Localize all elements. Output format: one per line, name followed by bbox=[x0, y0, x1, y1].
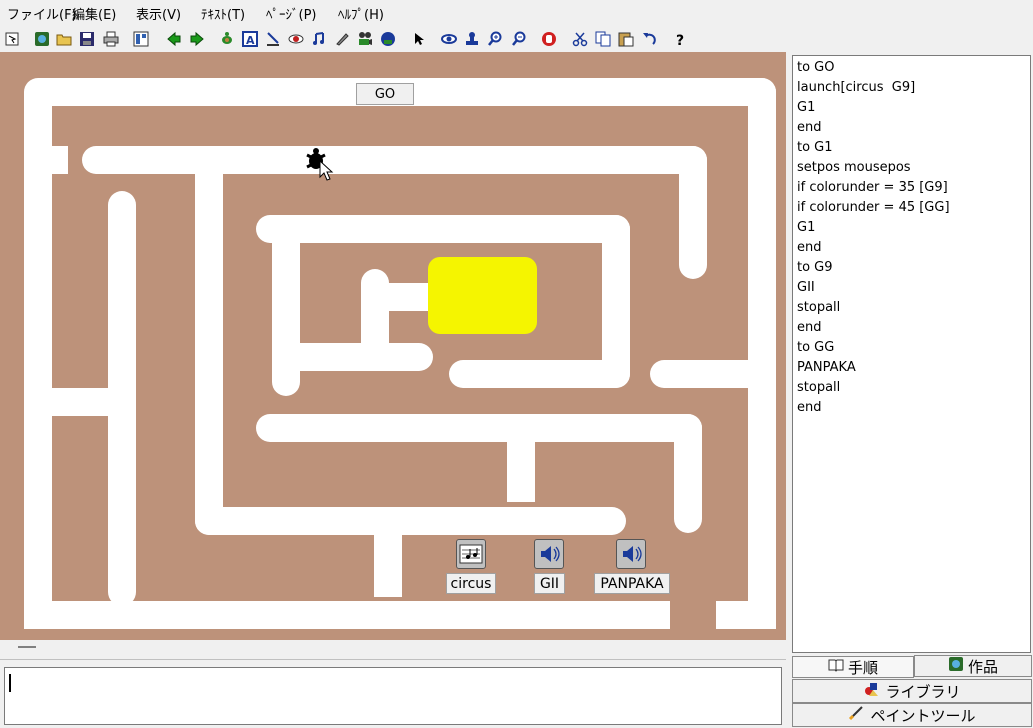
code-line[interactable]: end bbox=[797, 320, 822, 335]
library-button-label: ライブラリ bbox=[885, 682, 961, 701]
cut-icon[interactable] bbox=[570, 29, 590, 49]
menu-edit[interactable]: 編集(E) bbox=[72, 4, 116, 23]
tab-procedures-label: 手順 bbox=[847, 658, 878, 677]
music-icon[interactable] bbox=[309, 29, 329, 49]
code-line[interactable]: stopall bbox=[797, 380, 840, 395]
menu-view[interactable]: 表示(V) bbox=[136, 4, 181, 23]
code-line[interactable]: setpos mousepos bbox=[797, 160, 911, 175]
horizontal-divider bbox=[0, 659, 786, 660]
select-arrow-icon[interactable] bbox=[2, 29, 22, 49]
code-line[interactable]: GII bbox=[797, 280, 815, 295]
code-line[interactable]: launch[circus G9] bbox=[797, 80, 915, 95]
code-line[interactable]: to GO bbox=[797, 60, 835, 75]
splitter-grip[interactable] bbox=[18, 646, 36, 648]
menu-bar: ファイル(F) 編集(E) 表示(V) ﾃｷｽﾄ(T) ﾍﾟｰｼﾞ(P) ﾍﾙﾌ… bbox=[0, 0, 1033, 26]
code-line[interactable]: end bbox=[797, 240, 822, 255]
paintbrush-icon bbox=[848, 705, 864, 725]
zoom-in-icon[interactable] bbox=[485, 29, 505, 49]
svg-text:?: ? bbox=[676, 33, 684, 47]
speaker-icon[interactable] bbox=[616, 539, 646, 569]
maze[interactable] bbox=[0, 52, 786, 640]
music-score-icon[interactable] bbox=[456, 539, 486, 569]
book-icon bbox=[828, 658, 844, 676]
paint-icon[interactable] bbox=[263, 29, 283, 49]
code-line[interactable]: to GG bbox=[797, 340, 834, 355]
globe-icon bbox=[948, 656, 964, 676]
text-caret bbox=[9, 674, 11, 692]
menu-file[interactable]: ファイル(F) bbox=[7, 4, 77, 23]
back-arrow-icon[interactable] bbox=[164, 29, 184, 49]
code-line[interactable]: to G1 bbox=[797, 140, 833, 155]
new-project-icon[interactable] bbox=[32, 29, 52, 49]
paint-tool-button-label: ペイントツール bbox=[870, 706, 976, 725]
tab-procedures[interactable]: 手順 bbox=[792, 656, 914, 678]
svg-text:A: A bbox=[246, 34, 255, 47]
page-layout-icon[interactable] bbox=[131, 29, 151, 49]
print-icon[interactable] bbox=[101, 29, 121, 49]
procedures-panel[interactable]: to GO launch[circus G9] G1 end to G1 setpos m… bbox=[792, 55, 1031, 653]
code-line[interactable]: PANPAKA bbox=[797, 360, 856, 375]
open-folder-icon[interactable] bbox=[54, 29, 74, 49]
code-line[interactable]: end bbox=[797, 400, 822, 415]
tab-project[interactable]: 作品 bbox=[914, 655, 1032, 677]
stop-hand-icon[interactable] bbox=[539, 29, 559, 49]
undo-icon[interactable] bbox=[639, 29, 659, 49]
movie-icon[interactable] bbox=[355, 29, 375, 49]
text-box-icon[interactable]: A bbox=[240, 29, 260, 49]
zoom-out-icon[interactable] bbox=[509, 29, 529, 49]
stamp-icon[interactable] bbox=[462, 29, 482, 49]
speaker-icon[interactable] bbox=[534, 539, 564, 569]
command-center[interactable] bbox=[4, 667, 782, 725]
library-button[interactable]: ライブラリ bbox=[792, 679, 1032, 703]
help-icon[interactable]: ? bbox=[670, 29, 690, 49]
project-canvas[interactable]: GO circus GII PANPAKA bbox=[0, 52, 786, 640]
pointer-icon[interactable] bbox=[409, 29, 429, 49]
paint-tool-button[interactable]: ペイントツール bbox=[792, 703, 1032, 727]
goal-area bbox=[428, 257, 537, 334]
code-line[interactable]: end bbox=[797, 120, 822, 135]
code-line[interactable]: to G9 bbox=[797, 260, 833, 275]
code-line[interactable]: G1 bbox=[797, 100, 815, 115]
code-line[interactable]: G1 bbox=[797, 220, 815, 235]
menu-text[interactable]: ﾃｷｽﾄ(T) bbox=[201, 4, 245, 23]
forward-arrow-icon[interactable] bbox=[187, 29, 207, 49]
eye-icon[interactable] bbox=[439, 29, 459, 49]
library-shapes-icon bbox=[863, 681, 879, 701]
asset-label-gii[interactable]: GII bbox=[534, 573, 565, 594]
record-icon[interactable] bbox=[378, 29, 398, 49]
turtle-icon[interactable] bbox=[217, 29, 237, 49]
go-button[interactable]: GO bbox=[356, 83, 414, 105]
asset-label-circus[interactable]: circus bbox=[446, 573, 496, 594]
menu-help[interactable]: ﾍﾙﾌﾟ(H) bbox=[338, 4, 384, 23]
toolbar: A ? bbox=[0, 27, 1033, 51]
eye-shape-icon[interactable] bbox=[286, 29, 306, 49]
code-line[interactable]: if colorunder = 45 [GG] bbox=[797, 200, 950, 215]
save-icon[interactable] bbox=[77, 29, 97, 49]
code-line[interactable]: if colorunder = 35 [G9] bbox=[797, 180, 948, 195]
copy-icon[interactable] bbox=[593, 29, 613, 49]
menu-page[interactable]: ﾍﾟｰｼﾞ(P) bbox=[266, 4, 316, 23]
pen-icon[interactable] bbox=[332, 29, 352, 49]
code-line[interactable]: stopall bbox=[797, 300, 840, 315]
asset-label-panpaka[interactable]: PANPAKA bbox=[594, 573, 670, 594]
tab-project-label: 作品 bbox=[967, 657, 998, 676]
paste-icon[interactable] bbox=[616, 29, 636, 49]
